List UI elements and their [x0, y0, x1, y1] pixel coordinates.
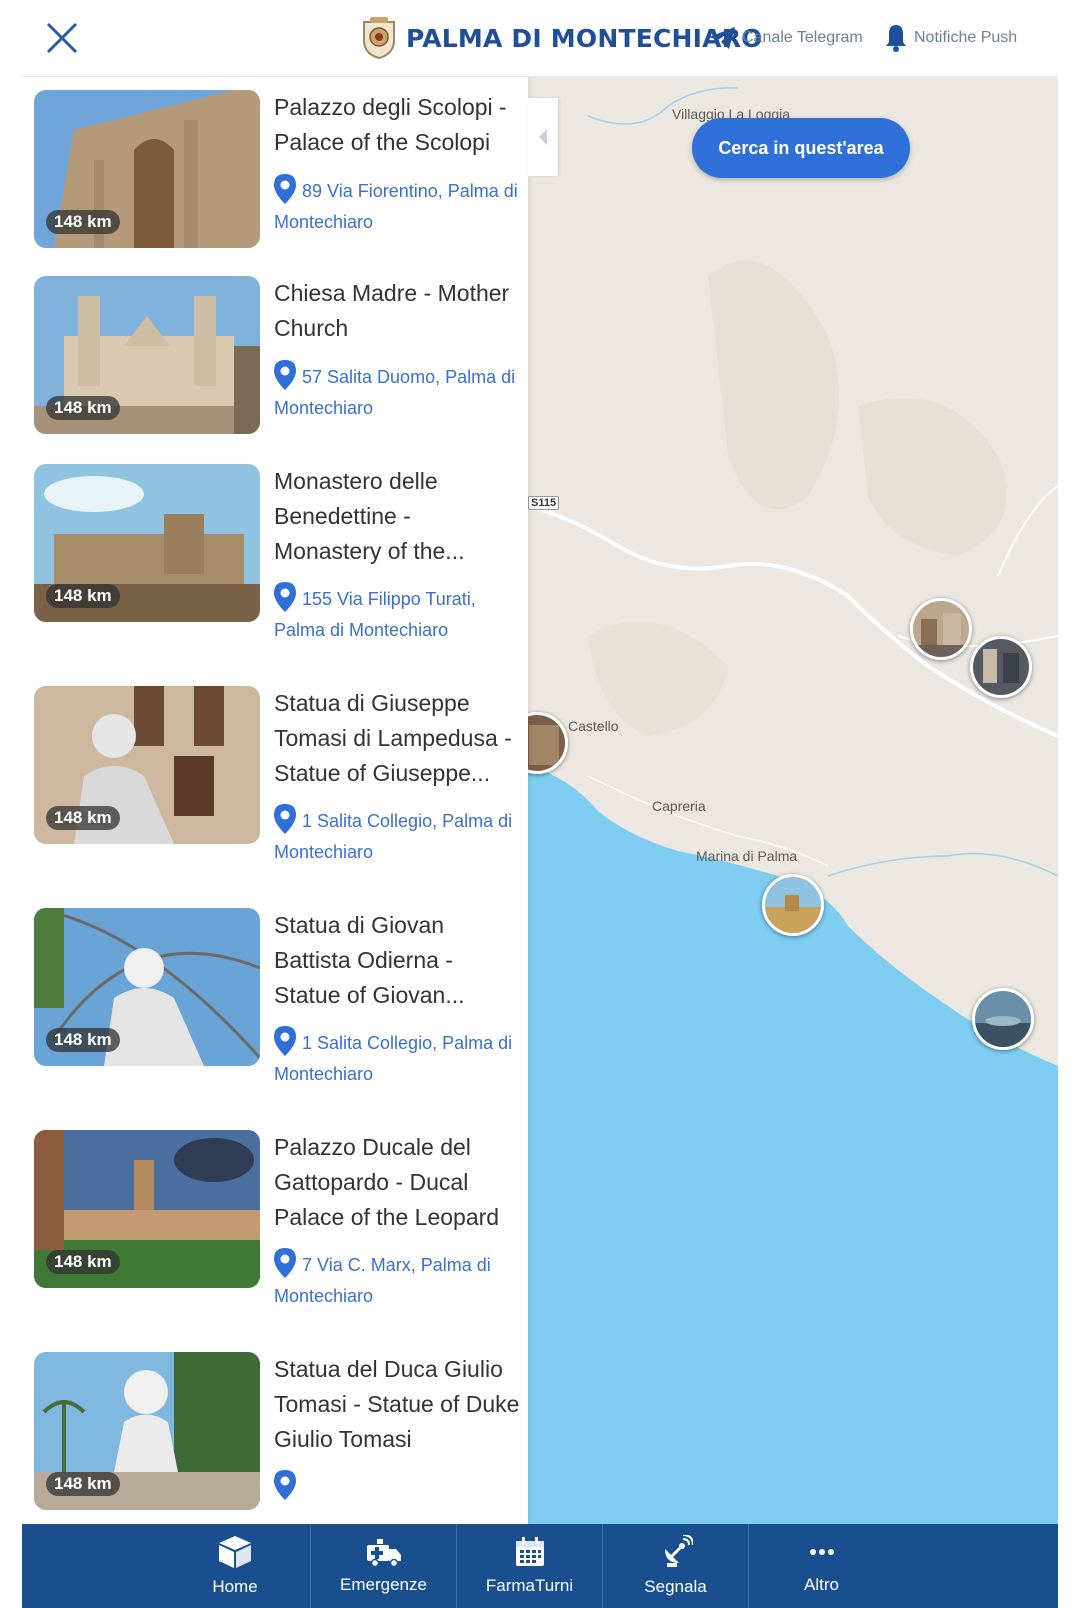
map-marker[interactable] — [972, 988, 1034, 1050]
nav-label-emergenze: Emergenze — [340, 1575, 427, 1594]
place-image: 148 km — [34, 90, 260, 248]
calendar-icon — [515, 1537, 544, 1566]
place-image: 148 km — [34, 1130, 260, 1288]
place-image: 148 km — [34, 686, 260, 844]
bell-icon — [886, 25, 906, 52]
place-address-text: 155 Via Filippo Turati, Palma di Montech… — [274, 589, 476, 640]
place-address[interactable]: 57 Salita Duomo, Palma di Montechiaro — [274, 360, 520, 424]
place-address[interactable]: 89 Via Fiorentino, Palma di Montechiaro — [274, 174, 520, 238]
place-title[interactable]: Palazzo degli Scolopi - Palace of the Sc… — [274, 90, 520, 160]
app-frame: PALMA DI MONTECHIARO Canale Telegram Not… — [22, 0, 1058, 1608]
telegram-label: Canale Telegram — [742, 29, 863, 46]
place-image: 148 km — [34, 1352, 260, 1510]
location-pin-icon — [274, 1470, 296, 1501]
place-address[interactable]: 1 Salita Collegio, Palma di Montechiaro — [274, 1026, 520, 1090]
location-pin-icon — [274, 1248, 296, 1279]
location-pin-icon — [274, 360, 296, 391]
nav-item-farmaturni[interactable]: FarmaTurni — [456, 1524, 602, 1608]
place-title[interactable]: Palazzo Ducale del Gattopardo - Ducal Pa… — [274, 1130, 520, 1235]
map-label-castello: Castello — [568, 718, 619, 734]
place-address-text: 1 Salita Collegio, Palma di Montechiaro — [274, 811, 513, 862]
telegram-icon — [709, 27, 735, 49]
place-title[interactable]: Monastero delle Benedettine - Monastery … — [274, 464, 520, 569]
location-pin-icon — [274, 804, 296, 835]
distance-badge: 148 km — [46, 584, 120, 608]
place-card[interactable]: 148 km Monastero delle Benedettine - Mon… — [34, 464, 518, 664]
place-image: 148 km — [34, 464, 260, 622]
places-list[interactable]: 148 km Palazzo degli Scolopi - Palace of… — [22, 76, 528, 1524]
more-icon — [809, 1549, 834, 1555]
place-title[interactable]: Chiesa Madre - Mother Church — [274, 276, 520, 346]
map-label-capreria: Capreria — [652, 798, 706, 814]
map-marker[interactable] — [970, 636, 1032, 698]
place-card[interactable]: 148 km Statua di Giovan Battista Odierna… — [34, 908, 518, 1108]
telegram-channel-link[interactable]: Canale Telegram — [708, 20, 863, 56]
nav-label-home: Home — [212, 1577, 258, 1596]
nav-label-segnala: Segnala — [644, 1577, 707, 1596]
place-address[interactable] — [274, 1470, 520, 1503]
app-header: PALMA DI MONTECHIARO Canale Telegram Not… — [22, 0, 1058, 77]
place-title[interactable]: Statua di Giuseppe Tomasi di Lampedusa -… — [274, 686, 520, 791]
map-view[interactable]: Villaggio La Loggia Castello Capreria Ma… — [528, 76, 1058, 1524]
place-card[interactable]: 148 km Statua di Giuseppe Tomasi di Lamp… — [34, 686, 518, 886]
place-address[interactable]: 155 Via Filippo Turati, Palma di Montech… — [274, 582, 520, 646]
distance-badge: 148 km — [46, 1250, 120, 1274]
map-marker[interactable] — [762, 874, 824, 936]
bottom-navigation: Home Emergenze FarmaTurni Segnala Altro — [22, 1524, 1058, 1608]
location-pin-icon — [274, 174, 296, 205]
place-title[interactable]: Statua di Giovan Battista Odierna - Stat… — [274, 908, 520, 1013]
town-crest-icon — [363, 17, 395, 60]
distance-badge: 148 km — [46, 210, 120, 234]
nav-item-emergenze[interactable]: Emergenze — [310, 1524, 456, 1608]
box-icon — [219, 1536, 251, 1568]
location-pin-icon — [274, 582, 296, 613]
place-address[interactable]: 1 Salita Collegio, Palma di Montechiaro — [274, 804, 520, 868]
place-card[interactable]: 148 km Statua del Duca Giulio Tomasi - S… — [34, 1352, 520, 1524]
map-background — [528, 76, 1058, 1524]
push-label: Notifiche Push — [914, 29, 1018, 46]
place-card[interactable]: 148 km Palazzo Ducale del Gattopardo - D… — [34, 1130, 518, 1330]
nav-item-home[interactable]: Home — [160, 1524, 310, 1608]
map-label-marina: Marina di Palma — [696, 848, 798, 864]
distance-badge: 148 km — [46, 1472, 120, 1496]
place-image: 148 km — [34, 908, 260, 1066]
distance-badge: 148 km — [46, 1028, 120, 1052]
push-notifications-link[interactable]: Notifiche Push — [884, 20, 1017, 56]
caret-left-icon — [539, 129, 547, 145]
place-image: 148 km — [34, 276, 260, 434]
place-address-text: 57 Salita Duomo, Palma di Montechiaro — [274, 367, 516, 418]
brand: PALMA DI MONTECHIARO — [360, 14, 763, 62]
place-title[interactable]: Statua del Duca Giulio Tomasi - Statue o… — [274, 1352, 520, 1457]
ambulance-icon — [366, 1539, 401, 1567]
nav-label-altro: Altro — [804, 1575, 839, 1594]
location-pin-icon — [274, 1026, 296, 1057]
close-icon — [46, 22, 78, 54]
place-address-text: 7 Via C. Marx, Palma di Montechiaro — [274, 1255, 491, 1306]
nav-item-altro[interactable]: Altro — [748, 1524, 894, 1608]
place-address-text: 1 Salita Collegio, Palma di Montechiaro — [274, 1033, 513, 1084]
satellite-icon — [664, 1535, 693, 1567]
distance-badge: 148 km — [46, 806, 120, 830]
nav-label-farmaturni: FarmaTurni — [485, 1576, 574, 1595]
distance-badge: 148 km — [46, 396, 120, 420]
place-card[interactable]: 148 km Palazzo degli Scolopi - Palace of… — [34, 90, 518, 260]
road-number-tag: S115 — [528, 496, 560, 510]
nav-item-segnala[interactable]: Segnala — [602, 1524, 748, 1608]
search-this-area-button[interactable]: Cerca in quest'area — [692, 118, 910, 178]
map-marker[interactable] — [910, 598, 972, 660]
close-button[interactable] — [42, 18, 82, 58]
place-card[interactable]: 148 km Chiesa Madre - Mother Church 57 S… — [34, 276, 518, 446]
collapse-list-button[interactable] — [528, 98, 558, 176]
place-address[interactable]: 7 Via C. Marx, Palma di Montechiaro — [274, 1248, 520, 1312]
place-address-text: 89 Via Fiorentino, Palma di Montechiaro — [274, 181, 518, 232]
